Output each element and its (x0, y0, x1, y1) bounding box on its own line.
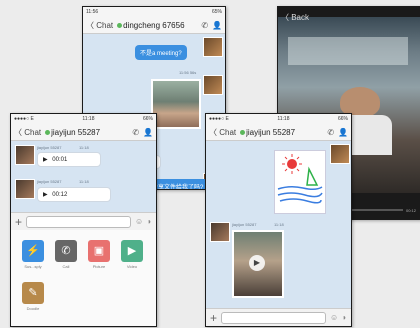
status-bar: 11:56 65% (83, 7, 225, 17)
tool-label: Doodle (26, 306, 40, 311)
input-bar: + ☺ ◗ (206, 308, 351, 326)
phone-icon[interactable]: ✆ (132, 128, 139, 137)
doodle-icon: ✎ (22, 282, 44, 304)
chat-title: jiayijun 55287 (246, 127, 296, 137)
tool-item[interactable]: ▶ Video (120, 240, 144, 269)
nav-bar: 〈 Chat jiayijun 55287 ✆ 👤 (206, 124, 351, 141)
voice-message[interactable]: ▶ 00:01 (37, 152, 101, 167)
message-input[interactable] (26, 215, 131, 228)
status-time: 11:18 (277, 116, 290, 122)
plus-icon[interactable]: + (15, 216, 22, 228)
status-battery: 66% (337, 116, 348, 122)
nav-bar: 〈 Chat dingcheng 67656 ✆ 👤 (83, 17, 225, 34)
status-bar: ●●●●○ E 11:18 66% (11, 114, 156, 124)
tool-item[interactable]: ⚡ Sus...sply (21, 240, 45, 269)
phone-icon[interactable]: ✆ (201, 21, 208, 30)
status-time: 11:18 (82, 116, 95, 122)
tool-label: Video (126, 264, 138, 269)
chat-title: jiayijun 55287 (51, 127, 101, 137)
tool-label: Sus...sply (24, 264, 42, 269)
back-button[interactable]: 〈 Chat (209, 127, 236, 138)
status-carrier: ●●●●○ E (209, 116, 229, 122)
voice-duration: 00:12 (52, 192, 68, 198)
tool-label: Call (62, 264, 70, 269)
nav-bar: 〈 Back (278, 9, 420, 26)
message-bubble[interactable]: 不是a meeting? (135, 45, 187, 60)
avatar[interactable] (15, 145, 35, 165)
message-time: 11:18 (79, 145, 89, 150)
plus-icon[interactable]: + (210, 312, 217, 324)
tool-item[interactable]: ▣ Picture (87, 240, 111, 269)
status-bar: ●●●●○ E 11:18 66% (206, 114, 351, 124)
tool-item[interactable]: ✎ Doodle (21, 282, 45, 311)
back-button[interactable]: 〈 Back (281, 12, 309, 23)
sender-name: jiayijun 55287 (37, 145, 62, 150)
online-status-icon (45, 129, 51, 135)
status-battery: 65% (211, 9, 222, 15)
status-carrier: ●●●●○ E (14, 116, 34, 122)
avatar[interactable] (203, 75, 223, 95)
phone-chat-jiayijun-right: ●●●●○ E 11:18 66% 〈 Chat jiayijun 55287 … (205, 113, 352, 327)
status-time: 11:56 (86, 9, 99, 15)
phone-chat-jiayijun-left: ●●●●○ E 11:18 66% 〈 Chat jiayijun 55287 … (10, 113, 157, 327)
nav-bar: 〈 Chat jiayijun 55287 ✆ 👤 (11, 124, 156, 141)
emoji-icon[interactable]: ☺ (135, 217, 143, 226)
flash-icon: ⚡ (22, 240, 44, 262)
online-status-icon (117, 22, 123, 28)
person-icon[interactable]: 👤 (212, 21, 222, 30)
voice-duration: 00:01 (52, 157, 68, 163)
input-bar: + ☺ ◗ (11, 212, 156, 230)
window-light (288, 37, 408, 65)
doodle-drawing (277, 154, 323, 204)
tool-item[interactable]: ✆ Call (54, 240, 78, 269)
video-icon: ▶ (121, 240, 143, 262)
avatar[interactable] (210, 222, 230, 242)
person-icon[interactable]: 👤 (143, 128, 153, 137)
message-time: 11:18 (274, 222, 284, 227)
chat-title: dingcheng 67656 (123, 20, 185, 30)
picture-icon: ▣ (88, 240, 110, 262)
emoji-icon[interactable]: ☺ (330, 313, 338, 322)
back-button[interactable]: 〈 Chat (86, 20, 113, 31)
tool-label: Picture (92, 264, 106, 269)
sender-name: jiayijun 55287 (37, 179, 62, 184)
sender-name: jiayijun 55287 (232, 222, 257, 227)
video-thumbnail[interactable]: ▶ (232, 230, 284, 298)
voice-icon[interactable]: ◗ (147, 217, 152, 226)
avatar[interactable] (15, 179, 35, 199)
voice-icon[interactable]: ◗ (342, 313, 347, 322)
voice-message[interactable]: ▶ 00:12 (37, 187, 111, 202)
message-input[interactable] (221, 311, 326, 324)
play-button-icon[interactable]: ▶ (249, 255, 265, 271)
avatar[interactable] (330, 144, 350, 164)
message-image-thumbnail[interactable] (151, 79, 201, 129)
phone-icon: ✆ (55, 240, 77, 262)
time-total: 00:12 (405, 207, 416, 213)
online-status-icon (240, 129, 246, 135)
play-icon: ▶ (43, 157, 48, 163)
phone-icon[interactable]: ✆ (327, 128, 334, 137)
back-button[interactable]: 〈 Chat (14, 127, 41, 138)
avatar[interactable] (203, 37, 223, 57)
toolbox-panel: ⚡ Sus...sply ✆ Call ▣ Picture ▶ Video ✎ … (11, 230, 156, 326)
play-icon: ▶ (43, 192, 48, 198)
message-time: 11:18 (79, 179, 89, 184)
doodle-image[interactable] (274, 150, 326, 214)
message-time: 11:56 56s (179, 70, 197, 75)
person-icon[interactable]: 👤 (338, 128, 348, 137)
status-battery: 66% (142, 116, 153, 122)
